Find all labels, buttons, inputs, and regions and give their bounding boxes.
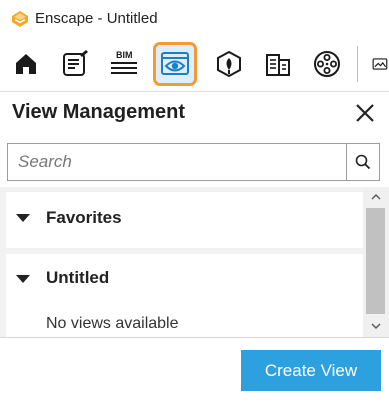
- chevron-up-icon: [371, 193, 381, 199]
- home-icon: [16, 54, 36, 74]
- notes-button[interactable]: [53, 42, 97, 86]
- view-management-icon: [161, 52, 189, 75]
- scroll-down-button[interactable]: [363, 317, 389, 335]
- main-toolbar: BIM: [0, 38, 389, 92]
- asset-library-button[interactable]: [207, 42, 251, 86]
- search-icon: [355, 154, 371, 170]
- scrollbar[interactable]: [363, 187, 389, 337]
- caret-down-icon: [16, 275, 30, 283]
- view-management-button[interactable]: [153, 42, 197, 86]
- caret-down-icon: [16, 214, 30, 222]
- video-editor-button[interactable]: [305, 42, 349, 86]
- group-favorites: Favorites: [6, 192, 363, 248]
- empty-views-message: No views available: [46, 315, 179, 332]
- title-bar: Enscape - Untitled: [0, 0, 389, 39]
- search-input[interactable]: [8, 144, 346, 180]
- home-button[interactable]: [4, 42, 48, 86]
- panel-title: View Management: [12, 101, 186, 123]
- building-icon: [266, 54, 290, 76]
- views-list: Favorites Untitled No views available: [0, 187, 389, 337]
- footer-bar: Create View: [0, 337, 389, 402]
- window-title: Enscape - Untitled: [35, 10, 158, 27]
- group-header-favorites[interactable]: Favorites: [6, 192, 363, 242]
- bim-button[interactable]: BIM: [102, 42, 146, 86]
- close-panel-button[interactable]: [352, 100, 378, 126]
- video-icon: [314, 51, 340, 77]
- scroll-up-button[interactable]: [363, 187, 389, 205]
- screenshot-icon: [372, 58, 388, 70]
- group-label: Favorites: [46, 208, 122, 227]
- building-button[interactable]: [256, 42, 300, 86]
- search-box: [7, 143, 380, 181]
- scrollbar-thumb[interactable]: [366, 208, 385, 314]
- close-icon: [356, 104, 374, 122]
- screenshot-button[interactable]: [364, 42, 389, 86]
- group-untitled: Untitled No views available: [6, 254, 363, 337]
- search-button[interactable]: [346, 144, 379, 180]
- notes-icon: [63, 50, 88, 76]
- chevron-down-icon: [371, 323, 381, 329]
- enscape-logo-icon: [12, 11, 28, 27]
- group-header-untitled[interactable]: Untitled: [6, 254, 363, 304]
- bim-icon: BIM: [111, 50, 137, 74]
- toolbar-separator: [357, 46, 358, 82]
- create-view-button[interactable]: Create View: [241, 350, 381, 391]
- group-label: Untitled: [46, 268, 110, 287]
- bim-label: BIM: [116, 50, 133, 60]
- asset-library-icon: [217, 50, 241, 78]
